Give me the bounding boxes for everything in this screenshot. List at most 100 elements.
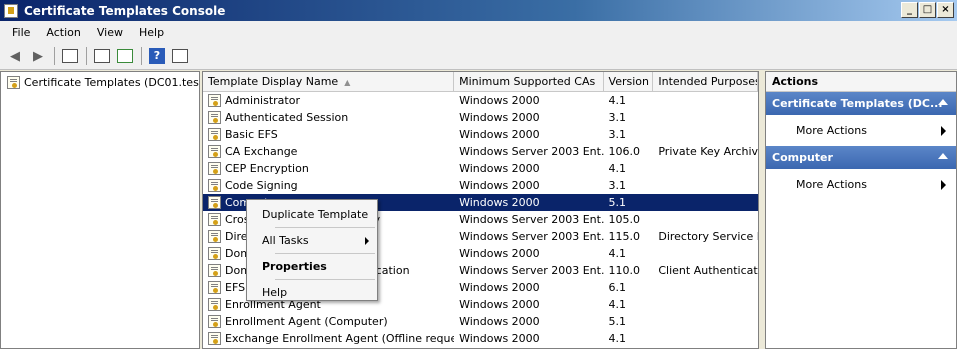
minimize-button[interactable]: _: [901, 2, 918, 18]
sort-ascending-icon: ▲: [344, 78, 351, 87]
version-cell: 4.1: [608, 94, 627, 107]
min-cas-cell: Windows Server 2003 Ent...: [459, 145, 604, 158]
version-cell: 6.1: [608, 281, 627, 294]
certificate-template-icon: [208, 213, 221, 226]
template-name-cell: Authenticated Session: [203, 111, 454, 124]
forward-icon[interactable]: ▶: [27, 46, 49, 66]
table-row[interactable]: Code Signing Windows 2000 3.1: [203, 177, 758, 194]
certificate-template-icon: [208, 111, 221, 124]
column-header-min-cas[interactable]: Minimum Supported CAs: [454, 72, 604, 91]
table-row[interactable]: Enrollment Agent (Computer) Windows 2000 5…: [203, 313, 758, 330]
template-name-cell: Code Signing: [203, 179, 454, 192]
version-cell: 106.0: [608, 145, 641, 158]
table-row[interactable]: CA Exchange Windows Server 2003 Ent... 106…: [203, 143, 758, 160]
action-pane-icon[interactable]: [169, 46, 191, 66]
toolbar-separator: [54, 47, 55, 65]
certificate-template-icon: [208, 332, 221, 345]
min-cas-cell: Windows 2000: [459, 128, 540, 141]
menu-file[interactable]: File: [4, 26, 38, 39]
menu-view[interactable]: View: [89, 26, 131, 39]
more-actions-item[interactable]: More Actions: [766, 115, 956, 146]
min-cas-cell: Windows Server 2003 Ent...: [459, 230, 604, 243]
context-menu-all-tasks[interactable]: All Tasks: [247, 228, 377, 253]
template-name-cell: CEP Encryption: [203, 162, 454, 175]
menu-action[interactable]: Action: [38, 26, 88, 39]
console-tree-icon[interactable]: [59, 46, 81, 66]
back-icon[interactable]: ◀: [4, 46, 26, 66]
certificate-template-icon: [208, 264, 221, 277]
template-name-cell: Basic EFS: [203, 128, 454, 141]
version-cell: 3.1: [608, 179, 627, 192]
certificate-icon: [7, 75, 20, 89]
min-cas-cell: Windows 2000: [459, 162, 540, 175]
certificate-template-icon: [208, 247, 221, 260]
version-cell: 3.1: [608, 128, 627, 141]
column-header-version[interactable]: Version: [604, 72, 654, 91]
action-section-computer[interactable]: Computer: [766, 146, 956, 169]
min-cas-cell: Windows Server 2003 Ent...: [459, 213, 604, 226]
window-controls: _ □ ×: [901, 2, 954, 18]
min-cas-cell: Windows 2000: [459, 179, 540, 192]
version-cell: 3.1: [608, 111, 627, 124]
maximize-button[interactable]: □: [919, 2, 936, 18]
collapse-icon[interactable]: [938, 99, 948, 105]
submenu-arrow-icon: [941, 126, 946, 136]
min-cas-cell: Windows 2000: [459, 315, 540, 328]
version-cell: 5.1: [608, 196, 627, 209]
purposes-cell: Directory Service Ema: [658, 230, 758, 243]
min-cas-cell: Windows 2000: [459, 332, 540, 345]
table-row[interactable]: CEP Encryption Windows 2000 4.1: [203, 160, 758, 177]
tree-item-certificate-templates[interactable]: Certificate Templates (DC01.test.o: [1, 72, 199, 92]
template-name-cell: Administrator: [203, 94, 454, 107]
min-cas-cell: Windows 2000: [459, 94, 540, 107]
table-row[interactable]: Exchange Enrollment Agent (Offline reque…: [203, 330, 758, 347]
version-cell: 4.1: [608, 247, 627, 260]
menu-help[interactable]: Help: [131, 26, 172, 39]
close-button[interactable]: ×: [937, 2, 954, 18]
min-cas-cell: Windows 2000: [459, 281, 540, 294]
min-cas-cell: Windows 2000: [459, 247, 540, 260]
purposes-cell: Client Authentication: [658, 264, 758, 277]
context-menu: Duplicate Template All Tasks Properties …: [246, 199, 378, 301]
certificate-template-icon: [208, 94, 221, 107]
version-cell: 105.0: [608, 213, 641, 226]
actions-header: Actions: [766, 72, 956, 92]
more-actions-item[interactable]: More Actions: [766, 169, 956, 200]
toolbar-separator: [141, 47, 142, 65]
certificate-template-icon: [208, 179, 221, 192]
certificate-template-icon: [208, 315, 221, 328]
actions-pane: Actions Certificate Templates (DC... Mor…: [765, 71, 957, 349]
certificate-template-icon: [208, 196, 221, 209]
template-name-cell: CA Exchange: [203, 145, 454, 158]
context-menu-help[interactable]: Help: [247, 280, 377, 305]
collapse-icon[interactable]: [938, 153, 948, 159]
action-section-certificate-templates[interactable]: Certificate Templates (DC...: [766, 92, 956, 115]
submenu-arrow-icon: [941, 180, 946, 190]
version-cell: 5.1: [608, 315, 627, 328]
certificate-template-icon: [208, 281, 221, 294]
column-header-intended-purposes[interactable]: Intended Purposes: [653, 72, 758, 91]
title-bar: Certificate Templates Console _ □ ×: [0, 0, 957, 21]
table-row[interactable]: Basic EFS Windows 2000 3.1: [203, 126, 758, 143]
template-name-cell: Exchange Enrollment Agent (Offline reque…: [203, 332, 454, 345]
column-header-display-name[interactable]: Template Display Name ▲: [203, 72, 455, 91]
submenu-arrow-icon: [365, 237, 369, 245]
template-name-cell: Enrollment Agent (Computer): [203, 315, 454, 328]
certificate-template-icon: [208, 162, 221, 175]
context-menu-properties[interactable]: Properties: [247, 254, 377, 279]
table-row[interactable]: Administrator Windows 2000 4.1: [203, 92, 758, 109]
certificate-template-icon: [208, 298, 221, 311]
context-menu-duplicate-template[interactable]: Duplicate Template: [247, 202, 377, 227]
table-row[interactable]: Authenticated Session Windows 2000 3.1: [203, 109, 758, 126]
version-cell: 4.1: [608, 162, 627, 175]
purposes-cell: Private Key Archival: [658, 145, 758, 158]
tree-item-label: Certificate Templates (DC01.test.o: [24, 75, 200, 89]
version-cell: 115.0: [608, 230, 641, 243]
version-cell: 4.1: [608, 298, 627, 311]
help-icon[interactable]: ?: [146, 46, 168, 66]
properties-icon[interactable]: [91, 46, 113, 66]
export-icon[interactable]: [114, 46, 136, 66]
certificate-template-icon: [208, 230, 221, 243]
window-title: Certificate Templates Console: [24, 3, 226, 18]
toolbar-separator: [86, 47, 87, 65]
